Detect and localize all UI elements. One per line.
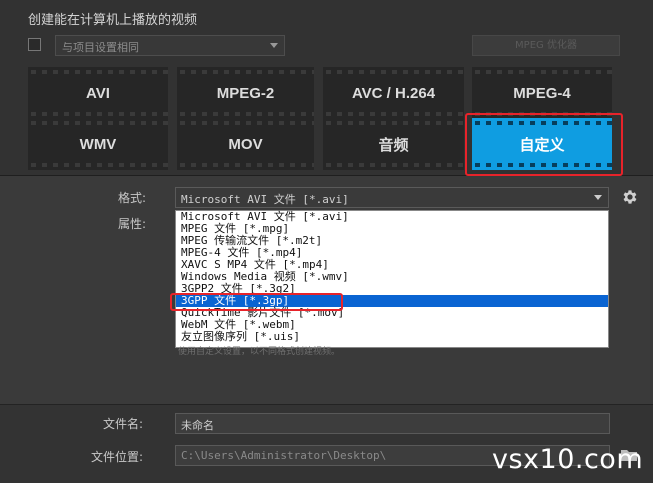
chevron-down-icon: [270, 43, 278, 48]
format-tile-avi[interactable]: AVI: [28, 67, 168, 119]
format-label: 格式:: [118, 191, 147, 205]
same-as-project-checkbox[interactable]: [28, 38, 41, 51]
format-tile-label: WMV: [79, 135, 117, 153]
chevron-down-icon: [594, 195, 602, 200]
format-option-uis[interactable]: 友立图像序列 [*.uis]: [176, 331, 608, 343]
format-tile-label: AVC / H.264: [351, 84, 436, 102]
format-tile-mpeg2[interactable]: MPEG-2: [177, 67, 314, 119]
format-dropdown-list: Microsoft AVI 文件 [*.avi] MPEG 文件 [*.mpg]…: [175, 210, 609, 348]
export-options-panel: 创建能在计算机上播放的视频 与项目设置相同 MPEG 优化器 AVI MPEG-…: [0, 0, 653, 176]
mpeg-optimizer-button[interactable]: MPEG 优化器: [472, 35, 620, 56]
format-tile-wmv[interactable]: WMV: [28, 118, 168, 170]
preset-select[interactable]: 与项目设置相同: [55, 35, 285, 56]
gear-icon[interactable]: [621, 188, 639, 206]
format-tile-mov[interactable]: MOV: [177, 118, 314, 170]
format-tile-label: MPEG-2: [216, 84, 275, 102]
format-select[interactable]: Microsoft AVI 文件 [*.avi]: [175, 187, 609, 208]
watermark: vsx10.com: [492, 444, 644, 475]
format-select-value: Microsoft AVI 文件 [*.avi]: [181, 193, 349, 206]
filename-input[interactable]: 未命名: [175, 413, 610, 434]
format-tile-label: MPEG-4: [513, 84, 571, 102]
filename-label: 文件名:: [103, 417, 144, 431]
properties-hint: 使用自定义设置，以不同格式创建视频。: [178, 347, 341, 357]
location-label: 文件位置:: [91, 450, 144, 464]
format-tile-mpeg4[interactable]: MPEG-4: [472, 67, 612, 119]
format-tile-avc-h264[interactable]: AVC / H.264: [323, 67, 464, 119]
format-tile-label: AVI: [86, 84, 110, 102]
format-tile-label: MOV: [228, 135, 263, 153]
highlight-box-custom: [465, 113, 623, 176]
preset-select-value: 与项目设置相同: [62, 41, 139, 54]
section-title: 创建能在计算机上播放的视频: [28, 13, 198, 28]
format-tile-label: 音频: [378, 136, 409, 154]
properties-label: 属性:: [118, 217, 147, 231]
highlight-box-3gp: [170, 293, 343, 311]
format-tile-audio[interactable]: 音频: [323, 118, 464, 170]
